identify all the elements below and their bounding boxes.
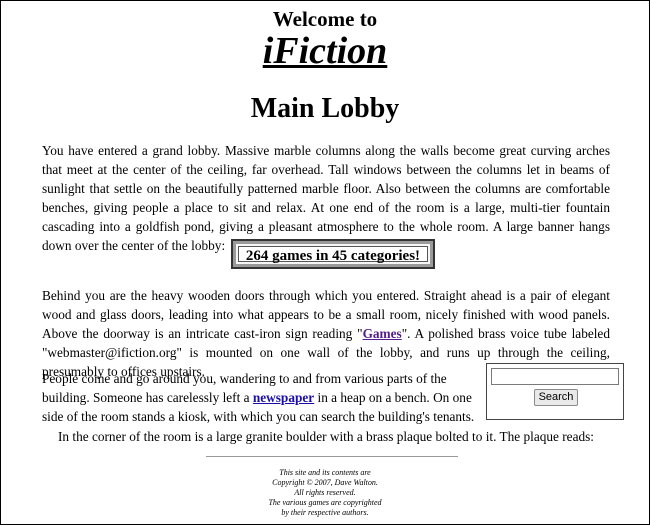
footer-line: by their respective authors.	[281, 508, 369, 517]
search-kiosk: Search	[486, 363, 624, 420]
copyright-footer: This site and its contents are Copyright…	[0, 468, 650, 518]
intro-paragraph: You have entered a grand lobby. Massive …	[42, 143, 610, 253]
games-banner: 264 games in 45 categories!	[231, 239, 435, 269]
page-title: Main Lobby	[250, 93, 400, 124]
footer-line: This site and its contents are	[279, 468, 371, 477]
footer-line: Copyright © 2007, Dave Walton.	[272, 478, 378, 487]
corner-paragraph: In the corner of the room is a large gra…	[57, 429, 595, 444]
newspaper-link[interactable]: newspaper	[253, 390, 314, 405]
search-input[interactable]	[491, 368, 619, 385]
welcome-heading: Welcome to	[272, 7, 378, 31]
search-button[interactable]: Search	[534, 389, 578, 406]
games-link[interactable]: Games	[363, 326, 402, 341]
footer-divider	[206, 456, 458, 457]
banner-text: 264 games in 45 categories!	[238, 246, 428, 264]
footer-line: All rights reserved.	[294, 488, 356, 497]
footer-line: The various games are copyrighted	[268, 498, 382, 507]
people-paragraph: People come and go around you, wandering…	[42, 369, 487, 426]
site-title[interactable]: iFiction	[0, 29, 650, 73]
